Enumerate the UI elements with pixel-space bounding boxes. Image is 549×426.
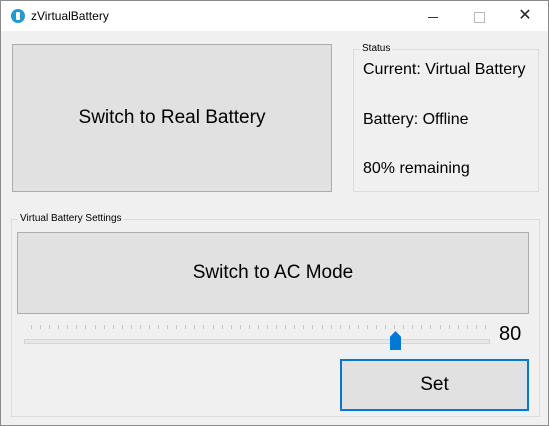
switch-to-ac-mode-label: Switch to AC Mode <box>192 262 354 283</box>
slider-tick <box>366 325 368 329</box>
slider-tick <box>312 325 314 329</box>
switch-to-real-battery-button[interactable]: Switch to Real Battery <box>12 44 332 192</box>
slider-tick <box>294 325 296 329</box>
remaining-percent-text: 80% remaining <box>363 160 470 177</box>
slider-tick <box>375 325 377 329</box>
slider-tick <box>276 325 278 329</box>
battery-level-value: 80 <box>499 323 522 345</box>
slider-tick <box>185 325 187 329</box>
slider-tick <box>212 325 214 329</box>
slider-tick <box>475 325 477 329</box>
slider-tick <box>339 325 341 329</box>
slider-tick <box>357 325 359 329</box>
battery-state-text: Battery: Offline <box>363 111 469 128</box>
slider-tick <box>394 325 396 329</box>
slider-tick <box>194 325 196 329</box>
settings-group-legend: Virtual Battery Settings <box>18 213 124 224</box>
slider-tick <box>103 325 105 329</box>
slider-tick <box>348 325 350 329</box>
slider-tick <box>49 325 51 329</box>
minimize-button[interactable] <box>410 1 456 31</box>
slider-tick <box>67 325 69 329</box>
close-button[interactable]: ✕ <box>502 1 548 31</box>
maximize-icon <box>473 11 485 23</box>
slider-tick <box>421 325 423 329</box>
slider-tick <box>285 325 287 329</box>
slider-tick <box>130 325 132 329</box>
window-title: zVirtualBattery <box>31 9 109 23</box>
battery-level-slider-track[interactable] <box>24 339 490 344</box>
slider-tick <box>40 325 42 329</box>
slider-tick <box>330 325 332 329</box>
slider-tick <box>58 325 60 329</box>
slider-tick <box>303 325 305 329</box>
slider-tick <box>403 325 405 329</box>
close-icon: ✕ <box>518 7 532 24</box>
slider-tick <box>239 325 241 329</box>
slider-tick <box>385 325 387 329</box>
maximize-button[interactable] <box>456 1 502 31</box>
slider-tick <box>76 325 78 329</box>
slider-tick <box>430 325 432 329</box>
slider-tick <box>167 325 169 329</box>
slider-tick <box>448 325 450 329</box>
slider-tick <box>31 325 32 329</box>
current-battery-text: Current: Virtual Battery <box>363 61 526 78</box>
minimize-icon <box>428 16 438 18</box>
slider-tick <box>257 325 259 329</box>
slider-tick <box>457 325 459 329</box>
set-button[interactable]: Set <box>340 359 529 411</box>
battery-app-icon <box>11 9 25 23</box>
slider-tick <box>121 325 123 329</box>
slider-tick <box>230 325 232 329</box>
slider-tick <box>484 325 486 329</box>
slider-tick <box>94 325 96 329</box>
slider-tick <box>149 325 151 329</box>
status-group-legend: Status <box>360 43 393 54</box>
app-window: zVirtualBattery ✕ Switch to Real Battery… <box>0 0 549 426</box>
title-bar[interactable]: zVirtualBattery ✕ <box>1 1 548 31</box>
slider-tick <box>203 325 205 329</box>
switch-to-ac-mode-button[interactable]: Switch to AC Mode <box>17 232 529 314</box>
slider-tick <box>439 325 441 329</box>
slider-tick <box>412 325 414 329</box>
slider-tick <box>85 325 87 329</box>
slider-tick <box>466 325 468 329</box>
set-button-label: Set <box>420 374 449 395</box>
slider-tick <box>321 325 323 329</box>
slider-tick <box>267 325 269 329</box>
switch-to-real-battery-label: Switch to Real Battery <box>78 107 266 128</box>
slider-tick <box>221 325 223 329</box>
slider-ticks <box>31 325 486 329</box>
slider-tick <box>112 325 114 329</box>
slider-tick <box>248 325 250 329</box>
slider-tick <box>158 325 160 329</box>
slider-tick <box>139 325 141 329</box>
slider-tick <box>176 325 178 329</box>
